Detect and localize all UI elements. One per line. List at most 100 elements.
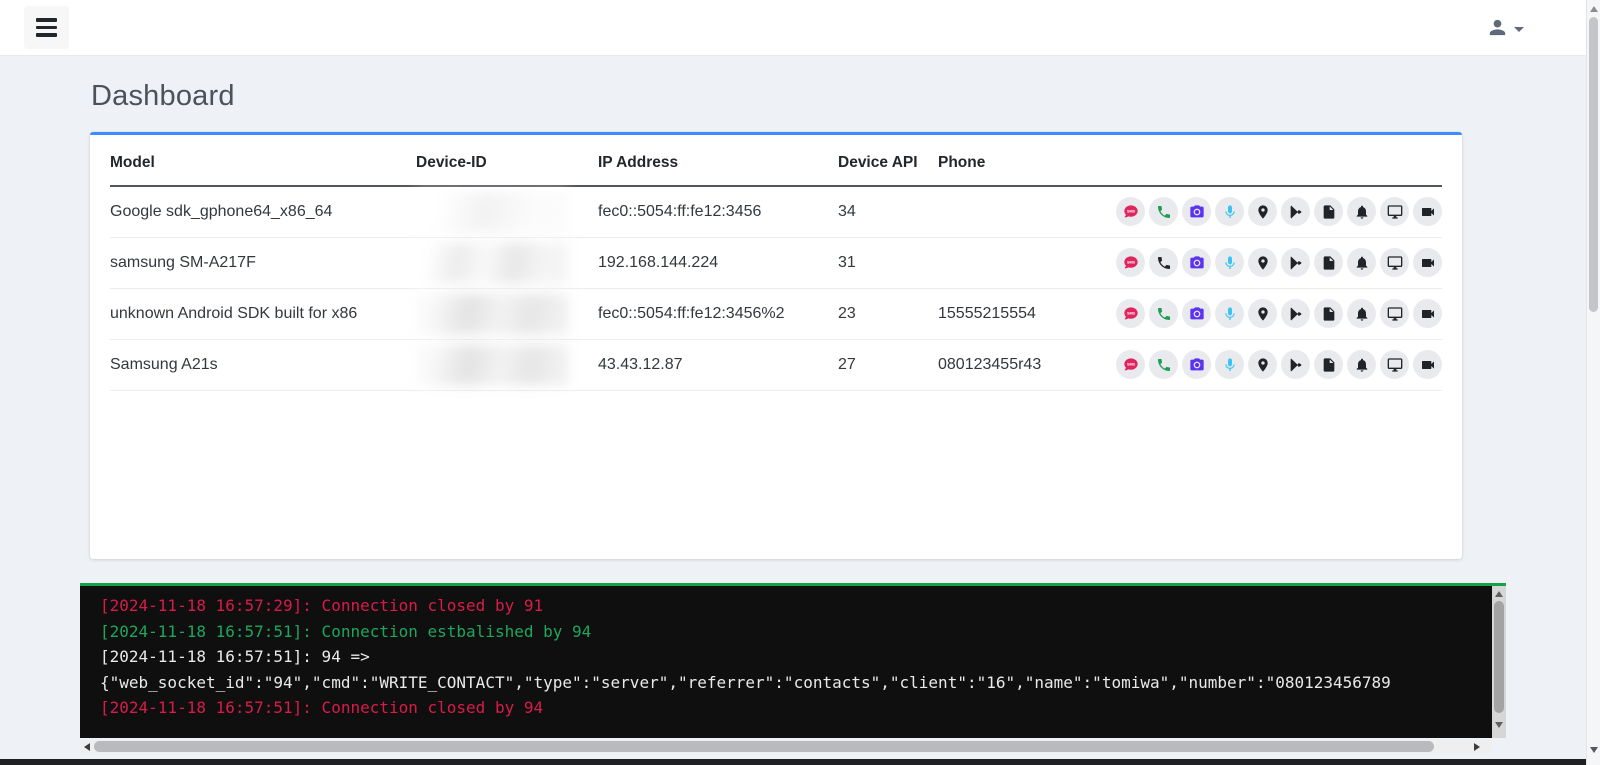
videocam-icon bbox=[1420, 357, 1436, 373]
file-icon bbox=[1321, 255, 1337, 271]
console-vertical-scrollbar[interactable] bbox=[1492, 586, 1506, 738]
play-button[interactable] bbox=[1281, 350, 1310, 379]
mic-button[interactable] bbox=[1215, 350, 1244, 379]
sms-button[interactable] bbox=[1116, 299, 1145, 328]
location-button[interactable] bbox=[1248, 299, 1277, 328]
call-button[interactable] bbox=[1149, 197, 1178, 227]
camera-button[interactable] bbox=[1182, 197, 1211, 227]
device-actions bbox=[1102, 237, 1442, 289]
user-menu-dropdown[interactable] bbox=[1486, 16, 1524, 39]
call-icon bbox=[1156, 204, 1172, 220]
device-ip: fec0::5054:ff:fe12:3456%2 bbox=[598, 288, 838, 340]
file-button[interactable] bbox=[1314, 350, 1343, 379]
play-button[interactable] bbox=[1281, 299, 1310, 328]
scroll-right-icon[interactable] bbox=[1474, 743, 1480, 751]
person-icon bbox=[1486, 16, 1509, 39]
mic-button[interactable] bbox=[1215, 299, 1244, 328]
file-icon bbox=[1321, 204, 1337, 220]
column-header-ip-address: IP Address bbox=[598, 139, 838, 187]
mic-button[interactable] bbox=[1215, 248, 1244, 277]
screen-icon bbox=[1387, 204, 1403, 220]
page-vertical-scrollbar[interactable] bbox=[1586, 0, 1600, 765]
column-header-device-api: Device API bbox=[838, 139, 938, 187]
scroll-down-icon[interactable] bbox=[1590, 747, 1598, 753]
device-model: unknown Android SDK built for x86 bbox=[110, 288, 416, 340]
videocam-icon bbox=[1420, 306, 1436, 322]
device-model: Samsung A21s bbox=[110, 339, 416, 391]
mic-icon bbox=[1222, 255, 1238, 271]
device-ip: 43.43.12.87 bbox=[598, 339, 838, 391]
file-button[interactable] bbox=[1314, 197, 1343, 227]
device-api: 27 bbox=[838, 339, 938, 391]
call-button[interactable] bbox=[1149, 350, 1178, 379]
screen-button[interactable] bbox=[1380, 299, 1409, 328]
videocam-button[interactable] bbox=[1413, 248, 1442, 277]
page-title: Dashboard bbox=[91, 80, 235, 112]
console-hscroll-thumb[interactable] bbox=[94, 741, 1434, 752]
play-button[interactable] bbox=[1281, 248, 1310, 277]
location-icon bbox=[1255, 306, 1271, 322]
videocam-button[interactable] bbox=[1413, 197, 1442, 227]
column-header-actions bbox=[1102, 139, 1442, 187]
sms-button[interactable] bbox=[1116, 248, 1145, 277]
device-ip: 192.168.144.224 bbox=[598, 237, 838, 289]
console-log-line: [2024-11-18 16:57:51]: Connection closed… bbox=[100, 698, 544, 717]
videocam-button[interactable] bbox=[1413, 299, 1442, 328]
device-row: Samsung A21s 43.43.12.87 27 080123455r43 bbox=[110, 339, 1442, 391]
device-id-redacted bbox=[416, 293, 568, 334]
device-actions bbox=[1102, 339, 1442, 391]
videocam-icon bbox=[1420, 204, 1436, 220]
file-icon bbox=[1321, 357, 1337, 373]
location-icon bbox=[1255, 357, 1271, 373]
location-button[interactable] bbox=[1248, 248, 1277, 277]
scroll-left-icon[interactable] bbox=[84, 743, 90, 751]
camera-button[interactable] bbox=[1182, 299, 1211, 328]
sms-button[interactable] bbox=[1116, 197, 1145, 227]
bell-button[interactable] bbox=[1347, 299, 1376, 328]
bell-button[interactable] bbox=[1347, 197, 1376, 227]
screen-icon bbox=[1387, 255, 1403, 271]
sms-button[interactable] bbox=[1116, 350, 1145, 379]
console-log-line: [2024-11-18 16:57:51]: 94 => bbox=[100, 647, 370, 666]
call-button[interactable] bbox=[1149, 248, 1178, 277]
console-horizontal-scrollbar[interactable] bbox=[80, 740, 1492, 753]
bell-icon bbox=[1354, 255, 1370, 271]
device-id-redacted bbox=[416, 344, 568, 385]
device-row: unknown Android SDK built for x86 fec0::… bbox=[110, 288, 1442, 340]
scroll-up-icon[interactable] bbox=[1495, 591, 1503, 597]
camera-icon bbox=[1189, 306, 1205, 322]
page-vscroll-thumb[interactable] bbox=[1589, 17, 1598, 312]
file-button[interactable] bbox=[1314, 248, 1343, 277]
call-button[interactable] bbox=[1149, 299, 1178, 328]
mic-button[interactable] bbox=[1215, 197, 1244, 227]
device-id-redacted bbox=[416, 191, 568, 232]
device-model: Google sdk_gphone64_x86_64 bbox=[110, 186, 416, 238]
screen-button[interactable] bbox=[1380, 197, 1409, 227]
bell-button[interactable] bbox=[1347, 248, 1376, 277]
scroll-down-icon[interactable] bbox=[1495, 722, 1503, 728]
call-icon bbox=[1156, 255, 1172, 271]
camera-button[interactable] bbox=[1182, 248, 1211, 277]
scroll-up-icon[interactable] bbox=[1590, 6, 1598, 12]
screen-button[interactable] bbox=[1380, 350, 1409, 379]
device-phone: 080123455r43 bbox=[938, 339, 1102, 391]
device-row: Google sdk_gphone64_x86_64 fec0::5054:ff… bbox=[110, 186, 1442, 238]
top-navbar bbox=[0, 0, 1586, 56]
camera-button[interactable] bbox=[1182, 350, 1211, 379]
sms-icon bbox=[1123, 204, 1139, 220]
play-button[interactable] bbox=[1281, 197, 1310, 227]
videocam-button[interactable] bbox=[1413, 350, 1442, 379]
bell-button[interactable] bbox=[1347, 350, 1376, 379]
location-icon bbox=[1255, 204, 1271, 220]
console-vscroll-thumb[interactable] bbox=[1494, 601, 1504, 713]
camera-icon bbox=[1189, 357, 1205, 373]
location-button[interactable] bbox=[1248, 350, 1277, 379]
screen-button[interactable] bbox=[1380, 248, 1409, 277]
console-log-line: [2024-11-18 16:57:29]: Connection closed… bbox=[100, 596, 544, 615]
devices-table: Model Device-ID IP Address Device API Ph… bbox=[110, 139, 1442, 391]
bell-icon bbox=[1354, 204, 1370, 220]
location-button[interactable] bbox=[1248, 197, 1277, 227]
file-button[interactable] bbox=[1314, 299, 1343, 328]
hamburger-icon bbox=[36, 18, 57, 22]
menu-toggle-button[interactable] bbox=[24, 6, 69, 49]
